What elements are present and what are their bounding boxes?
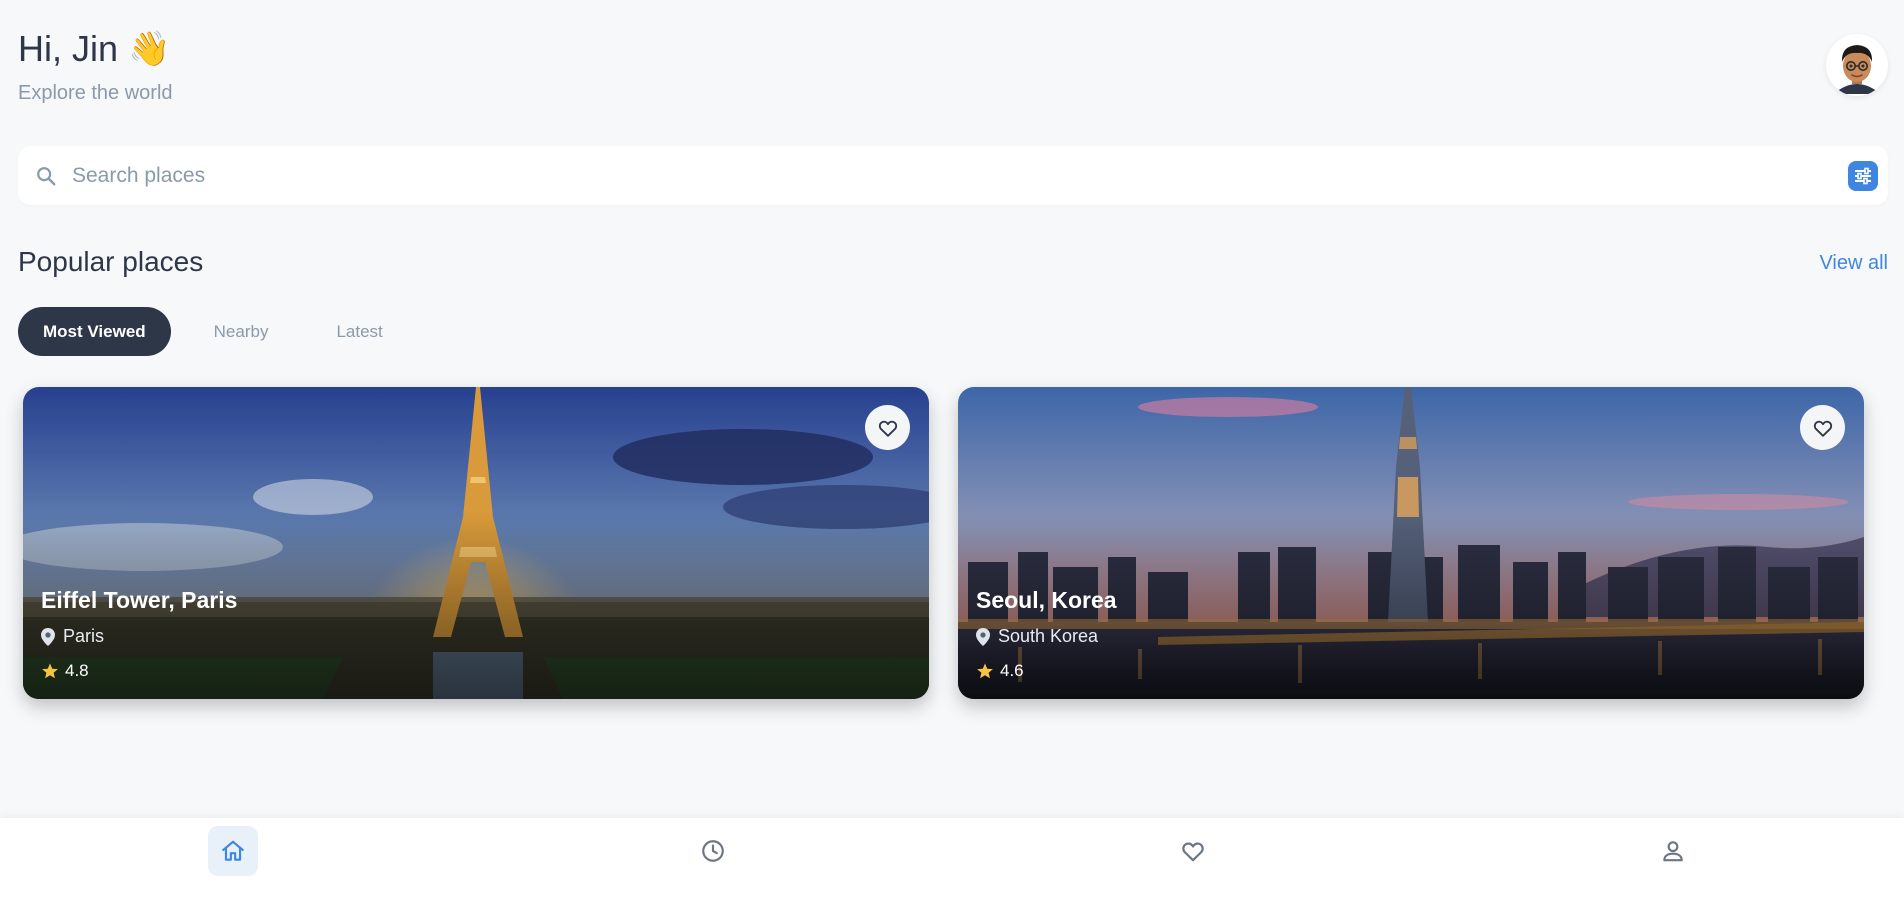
- place-card-eiffel[interactable]: Eiffel Tower, Paris Paris 4.8: [23, 387, 929, 699]
- tab-bar: Most Viewed Nearby Latest: [18, 307, 426, 356]
- nav-favorites[interactable]: [1168, 826, 1218, 876]
- rating-value: 4.8: [65, 661, 89, 680]
- star-icon: [977, 663, 993, 679]
- location-text: South Korea: [998, 626, 1099, 646]
- place-rating: 4.8: [41, 661, 237, 681]
- tab-latest[interactable]: Latest: [311, 307, 407, 356]
- section-title: Popular places: [18, 246, 204, 277]
- location-pin-icon: [41, 627, 55, 646]
- greeting: Hi, Jin 👋: [18, 28, 173, 70]
- nav-home[interactable]: [208, 826, 258, 876]
- nav-profile[interactable]: [1648, 826, 1698, 876]
- card-info: Seoul, Korea South Korea 4.6: [976, 587, 1117, 681]
- heart-icon: [1182, 842, 1204, 862]
- wave-emoji: 👋: [128, 30, 171, 68]
- filter-button[interactable]: [1848, 160, 1878, 191]
- star-icon: [42, 663, 58, 679]
- greeting-text: Hi, Jin: [18, 28, 119, 69]
- location-text: Paris: [63, 626, 105, 646]
- tab-nearby[interactable]: Nearby: [189, 307, 294, 356]
- user-icon: [1663, 841, 1683, 862]
- bottom-nav: [0, 818, 1904, 907]
- rating-value: 4.6: [1000, 661, 1024, 680]
- search-icon: [30, 160, 62, 192]
- subtitle: Explore the world: [18, 82, 173, 104]
- card-info: Eiffel Tower, Paris Paris 4.8: [41, 587, 237, 681]
- clock-icon: [702, 840, 724, 862]
- place-cards: Eiffel Tower, Paris Paris 4.8 Seoul, Kor…: [23, 387, 1864, 699]
- location-pin-icon: [976, 627, 990, 646]
- search-input[interactable]: [72, 163, 1848, 188]
- tab-most-viewed[interactable]: Most Viewed: [18, 307, 171, 356]
- place-location: Paris: [41, 626, 237, 647]
- favorite-button[interactable]: [1800, 405, 1845, 450]
- place-location: South Korea: [976, 626, 1117, 647]
- heart-icon: [1813, 420, 1832, 437]
- avatar-illustration: [1828, 36, 1886, 94]
- nav-history[interactable]: [688, 826, 738, 876]
- avatar[interactable]: [1826, 34, 1888, 96]
- filter-sliders-icon: [1855, 167, 1871, 184]
- place-title: Eiffel Tower, Paris: [41, 587, 238, 613]
- place-rating: 4.6: [976, 661, 1117, 681]
- view-all-link[interactable]: View all: [1819, 252, 1888, 275]
- favorite-button[interactable]: [865, 405, 910, 450]
- header: Hi, Jin 👋 Explore the world: [18, 28, 173, 105]
- search-bar: [18, 146, 1888, 205]
- place-title: Seoul, Korea: [976, 587, 1117, 613]
- place-card-seoul[interactable]: Seoul, Korea South Korea 4.6: [958, 387, 1864, 699]
- heart-icon: [878, 420, 897, 437]
- home-icon: [222, 840, 244, 861]
